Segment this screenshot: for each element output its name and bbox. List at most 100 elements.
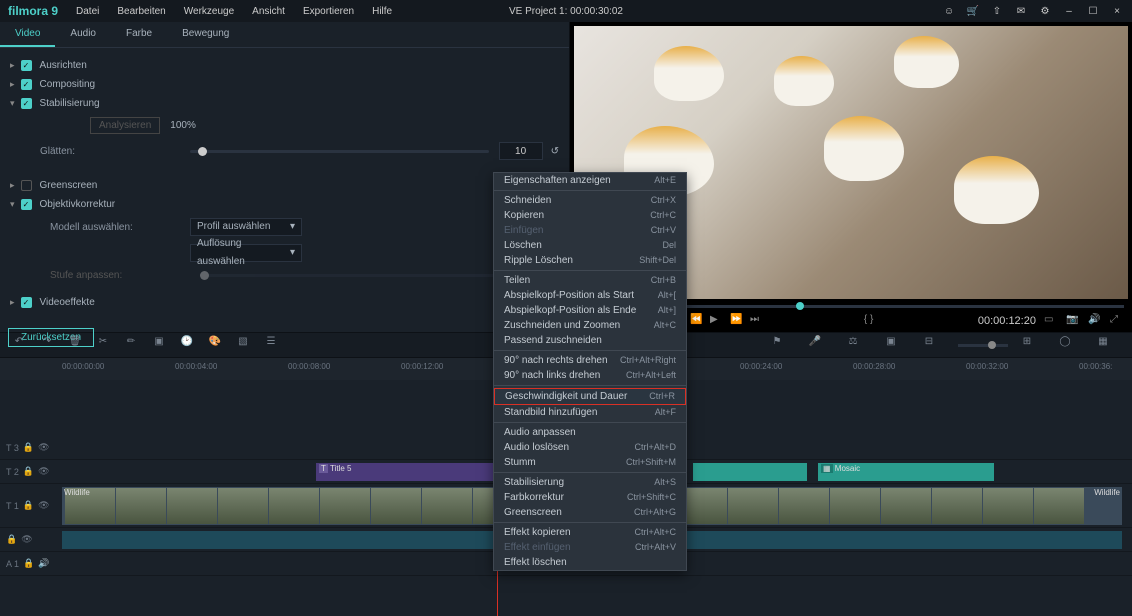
ctx-item[interactable]: Abspielkopf-Position als StartAlt+[ [494, 288, 686, 303]
fullscreen-icon[interactable]: ▭ [1044, 314, 1058, 328]
expand-icon[interactable]: ▾ [10, 199, 15, 210]
ctx-item[interactable]: TeilenCtrl+B [494, 273, 686, 288]
expand-icon[interactable]: ▾ [10, 98, 15, 109]
expand-icon[interactable]: ▸ [10, 297, 15, 308]
fit-icon[interactable]: ◯ [1056, 336, 1074, 354]
ctx-item[interactable]: Audio anpassen [494, 425, 686, 440]
greenscreen-label: Greenscreen [40, 180, 98, 191]
lock-icon[interactable]: 🔒 [23, 558, 34, 569]
ctx-item[interactable]: Zuschneiden und ZoomenAlt+C [494, 318, 686, 333]
cut-icon[interactable]: ✂ [94, 336, 112, 354]
lock-icon[interactable]: 🔒 [6, 534, 17, 545]
checkbox-ausrichten[interactable]: ✓ [21, 60, 32, 71]
menu-werkzeuge[interactable]: Werkzeuge [184, 6, 234, 17]
ctx-item[interactable]: Eigenschaften anzeigenAlt+E [494, 173, 686, 188]
checkbox-stabilisierung[interactable]: ✓ [21, 98, 32, 109]
maximize-icon[interactable]: ☐ [1086, 6, 1100, 17]
skip-fwd-icon[interactable]: ⏭ [750, 314, 764, 328]
edit-icon[interactable]: ✏ [122, 336, 140, 354]
user-icon[interactable]: ☺ [942, 6, 956, 17]
checkbox-greenscreen[interactable] [21, 180, 32, 191]
zoom-in-icon[interactable]: ⊞ [1018, 336, 1036, 354]
clip-fx1[interactable] [693, 463, 807, 481]
ctx-item[interactable]: Abspielkopf-Position als EndeAlt+] [494, 303, 686, 318]
ctx-item[interactable]: 90° nach links drehenCtrl+Alt+Left [494, 368, 686, 383]
menu-datei[interactable]: Datei [76, 6, 99, 17]
loop-icon[interactable]: { } [864, 314, 878, 328]
zoom-slider[interactable] [958, 344, 1008, 347]
glatten-slider[interactable] [190, 150, 489, 153]
ctx-item[interactable]: 90° nach rechts drehenCtrl+Alt+Right [494, 353, 686, 368]
speed-icon[interactable]: 🕑 [178, 336, 196, 354]
step-fwd-icon[interactable]: ⏩ [730, 314, 744, 328]
mute-icon[interactable]: 🔊 [38, 558, 49, 569]
delete-icon[interactable]: 🗑 [66, 336, 84, 354]
glatten-input[interactable]: 10 [499, 142, 543, 160]
tab-farbe[interactable]: Farbe [111, 22, 167, 47]
render-icon[interactable]: ▣ [882, 336, 900, 354]
undo-icon[interactable]: ↶ [10, 336, 28, 354]
menu-hilfe[interactable]: Hilfe [372, 6, 392, 17]
color-icon[interactable]: 🎨 [206, 336, 224, 354]
expand-icon[interactable]: ▸ [10, 180, 15, 191]
ctx-item[interactable]: KopierenCtrl+C [494, 208, 686, 223]
reset-icon[interactable]: ↺ [551, 146, 559, 157]
mixer-icon[interactable]: ⚖ [844, 336, 862, 354]
eye-icon[interactable]: 👁 [38, 442, 49, 453]
ctx-item[interactable]: Effekt löschen [494, 555, 686, 570]
lock-icon[interactable]: 🔒 [23, 442, 34, 453]
profil-dropdown[interactable]: Profil auswählen▾ [190, 218, 302, 236]
lock-icon[interactable]: 🔒 [23, 466, 34, 477]
mail-icon[interactable]: ✉ [1014, 6, 1028, 17]
menu-ansicht[interactable]: Ansicht [252, 6, 285, 17]
eye-icon[interactable]: 👁 [38, 500, 49, 511]
menu-bearbeiten[interactable]: Bearbeiten [117, 6, 165, 17]
tab-audio[interactable]: Audio [55, 22, 111, 47]
clip-title5[interactable]: T Title 5 [316, 463, 496, 481]
ctx-item[interactable]: GreenscreenCtrl+Alt+G [494, 505, 686, 520]
cart-icon[interactable]: 🛒 [966, 6, 980, 17]
ctx-item[interactable]: Ripple LöschenShift+Del [494, 253, 686, 268]
mic-icon[interactable]: 🎤 [806, 336, 824, 354]
play-icon[interactable]: ▶ [710, 314, 724, 328]
expand-icon[interactable]: ⤢ [1110, 314, 1124, 328]
zoom-out-icon[interactable]: ⊟ [920, 336, 938, 354]
ctx-item[interactable]: SchneidenCtrl+X [494, 193, 686, 208]
clip-mosaic[interactable]: ▦ Mosaic [818, 463, 994, 481]
crop-icon[interactable]: ▣ [150, 336, 168, 354]
greenscreen-icon[interactable]: ▧ [234, 336, 252, 354]
aufl-dropdown[interactable]: Auflösung auswählen▾ [190, 244, 302, 262]
ctx-item[interactable]: Effekt kopierenCtrl+Alt+C [494, 525, 686, 540]
checkbox-compositing[interactable]: ✓ [21, 79, 32, 90]
analysieren-button[interactable]: Analysieren [90, 117, 160, 134]
ctx-item[interactable]: Geschwindigkeit und DauerCtrl+R [494, 388, 686, 405]
ctx-item[interactable]: Standbild hinzufügenAlt+F [494, 405, 686, 420]
settings-icon[interactable]: ⚙ [1038, 6, 1052, 17]
ctx-item[interactable]: StummCtrl+Shift+M [494, 455, 686, 470]
tab-bewegung[interactable]: Bewegung [167, 22, 244, 47]
step-back-icon[interactable]: ⏪ [690, 314, 704, 328]
expand-icon[interactable]: ▸ [10, 60, 15, 71]
checkbox-objektiv[interactable]: ✓ [21, 199, 32, 210]
upload-icon[interactable]: ⇧ [990, 6, 1004, 17]
ctx-item[interactable]: StabilisierungAlt+S [494, 475, 686, 490]
volume-icon[interactable]: 🔊 [1088, 314, 1102, 328]
checkbox-videoeffekte[interactable]: ✓ [21, 297, 32, 308]
ctx-item[interactable]: LöschenDel [494, 238, 686, 253]
redo-icon[interactable]: ↷ [38, 336, 56, 354]
expand-icon[interactable]: ▸ [10, 79, 15, 90]
eye-icon[interactable]: 👁 [21, 534, 32, 545]
snapshot-icon[interactable]: 📷 [1066, 314, 1080, 328]
marker-icon[interactable]: ⚑ [768, 336, 786, 354]
close-icon[interactable]: × [1110, 6, 1124, 17]
menu-exportieren[interactable]: Exportieren [303, 6, 354, 17]
ctx-item[interactable]: Passend zuschneiden [494, 333, 686, 348]
lock-icon[interactable]: 🔒 [23, 500, 34, 511]
ctx-item[interactable]: FarbkorrekturCtrl+Shift+C [494, 490, 686, 505]
list-icon[interactable]: ☰ [262, 336, 280, 354]
eye-icon[interactable]: 👁 [38, 466, 49, 477]
manage-icon[interactable]: ▦ [1094, 336, 1112, 354]
ctx-item[interactable]: Audio loslösenCtrl+Alt+D [494, 440, 686, 455]
minimize-icon[interactable]: – [1062, 6, 1076, 17]
tab-video[interactable]: Video [0, 22, 55, 47]
